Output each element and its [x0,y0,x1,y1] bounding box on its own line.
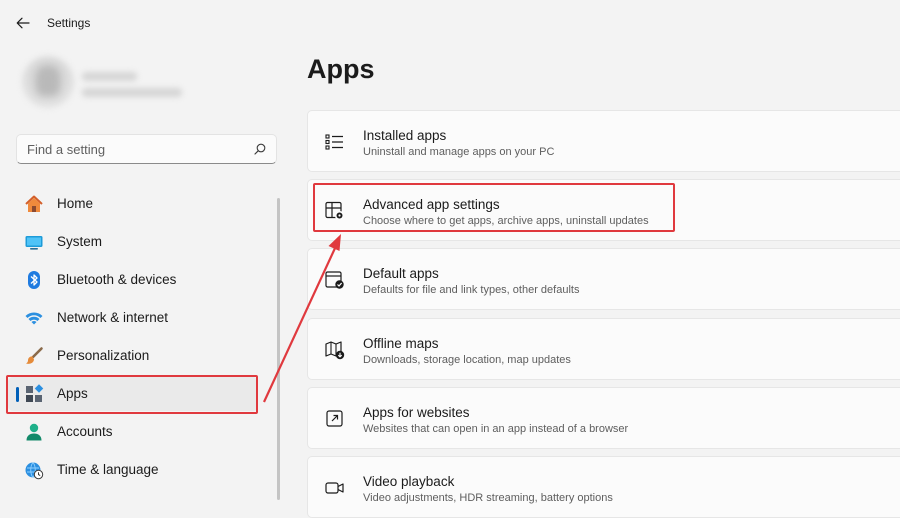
card-description: Websites that can open in an app instead… [363,423,629,435]
search-input[interactable] [17,135,252,163]
sidebar-item-system[interactable]: System [8,225,258,259]
sidebar-item-bluetooth[interactable]: Bluetooth & devices [8,263,258,297]
open-in-app-icon [326,410,343,427]
sidebar-item-label: Apps [57,386,88,401]
card-default-apps[interactable]: Default apps Defaults for file and link … [307,248,900,310]
back-arrow-icon [16,17,30,29]
card-title: Offline maps [363,336,439,351]
profile-email-blur [82,88,182,97]
bluetooth-icon [24,270,44,290]
sidebar-item-time-language[interactable]: Time & language [8,453,258,487]
sidebar-item-label: Time & language [57,462,159,477]
sidebar-item-label: Network & internet [57,310,169,325]
card-title: Advanced app settings [363,197,500,212]
card-description: Choose where to get apps, archive apps, … [363,215,649,227]
card-description: Defaults for file and link types, other … [363,284,580,296]
default-apps-icon [325,271,344,289]
sidebar-scrollbar[interactable] [277,198,280,500]
sidebar-item-personalization[interactable]: Personalization [8,339,258,373]
person-icon [24,422,44,442]
video-camera-icon [325,482,344,494]
sidebar-item-label: Personalization [57,348,150,363]
back-button[interactable] [10,10,36,36]
profile-name-blur [82,72,137,81]
sidebar-item-label: Accounts [57,424,113,439]
card-title: Video playback [363,474,455,489]
globe-clock-icon [24,460,44,480]
search-box[interactable] [16,134,277,164]
card-installed-apps[interactable]: Installed apps Uninstall and manage apps… [307,110,900,172]
sidebar-item-label: Home [57,196,94,211]
selection-indicator [16,387,19,402]
brush-icon [24,346,44,366]
avatar-silhouette [36,66,60,96]
sidebar-item-label: System [57,234,103,249]
card-offline-maps[interactable]: Offline maps Downloads, storage location… [307,318,900,380]
card-title: Installed apps [363,128,447,143]
card-apps-for-websites[interactable]: Apps for websites Websites that can open… [307,387,900,449]
list-icon [325,134,343,150]
card-description: Uninstall and manage apps on your PC [363,146,555,158]
wifi-icon [24,308,44,328]
home-icon [24,194,44,214]
page-title: Apps [307,54,375,84]
title-bar: Settings [0,0,900,46]
sidebar-item-apps[interactable]: Apps [8,377,258,411]
map-icon [325,341,345,360]
app-settings-icon [325,201,345,221]
sidebar-item-accounts[interactable]: Accounts [8,415,258,449]
monitor-icon [24,232,44,252]
card-video-playback[interactable]: Video playback Video adjustments, HDR st… [307,456,900,518]
card-title: Apps for websites [363,405,470,420]
user-profile[interactable] [22,56,192,116]
card-title: Default apps [363,266,439,281]
card-description: Video adjustments, HDR streaming, batter… [363,492,613,504]
sidebar-item-label: Bluetooth & devices [57,272,177,287]
sidebar-item-network[interactable]: Network & internet [8,301,258,335]
card-advanced-app-settings[interactable]: Advanced app settings Choose where to ge… [307,179,900,241]
sidebar-item-home[interactable]: Home [8,187,258,221]
card-description: Downloads, storage location, map updates [363,354,571,366]
window-title: Settings [47,16,91,30]
search-icon[interactable] [254,143,266,155]
apps-icon [24,384,44,404]
